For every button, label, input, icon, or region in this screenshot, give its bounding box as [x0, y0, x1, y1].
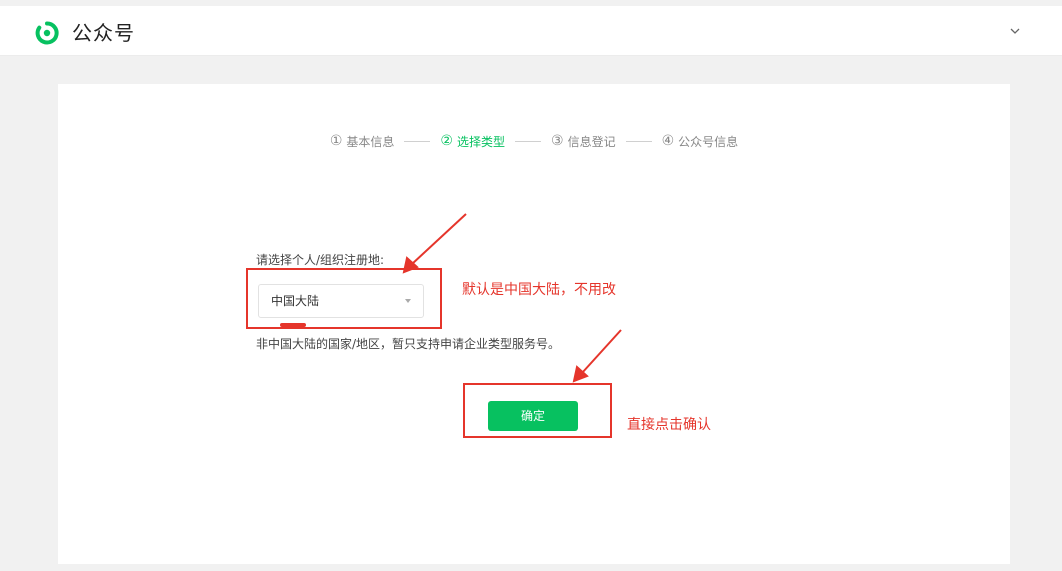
wechat-official-account-logo-icon[interactable] — [35, 21, 59, 45]
annotation-underline — [280, 323, 306, 327]
region-select[interactable]: 中国大陆 — [258, 284, 424, 318]
region-hint: 非中国大陆的国家/地区，暂只支持申请企业类型服务号。 — [256, 337, 561, 351]
step-label: 基本信息 — [346, 134, 395, 149]
annotation-note-confirm: 直接点击确认 — [627, 417, 711, 433]
step-divider — [515, 140, 541, 142]
chevron-down-icon[interactable] — [1008, 24, 1022, 38]
annotation-note-region: 默认是中国大陆，不用改 — [462, 282, 616, 298]
step-label: 公众号信息 — [678, 134, 739, 149]
step-indicator: ① 基本信息 ② 选择类型 ③ 信息登记 ④ 公众号信息 — [58, 129, 1010, 153]
step-number: ① — [329, 133, 343, 149]
region-label: 请选择个人/组织注册地: — [256, 253, 385, 267]
step-number: ③ — [551, 133, 564, 149]
step-divider — [625, 140, 652, 142]
step-info-registration: ③ 信息登记 — [551, 133, 616, 150]
top-bar: 公众号 — [0, 6, 1062, 56]
step-basic-info: ① 基本信息 — [330, 133, 395, 150]
step-label: 信息登记 — [567, 134, 616, 149]
step-label: 选择类型 — [456, 134, 505, 149]
region-select-value: 中国大陆 — [271, 294, 320, 308]
step-number: ② — [440, 133, 453, 149]
step-select-type: ② 选择类型 — [440, 133, 505, 150]
caret-down-icon — [405, 299, 411, 303]
step-account-info: ④ 公众号信息 — [662, 133, 739, 150]
brand-title: 公众号 — [72, 21, 135, 45]
step-divider — [404, 140, 431, 142]
confirm-button[interactable]: 确定 — [488, 401, 578, 431]
registration-card: ① 基本信息 ② 选择类型 ③ 信息登记 ④ 公众号信息 请选择个人/组织注册地… — [58, 84, 1010, 564]
step-number: ④ — [661, 133, 675, 149]
